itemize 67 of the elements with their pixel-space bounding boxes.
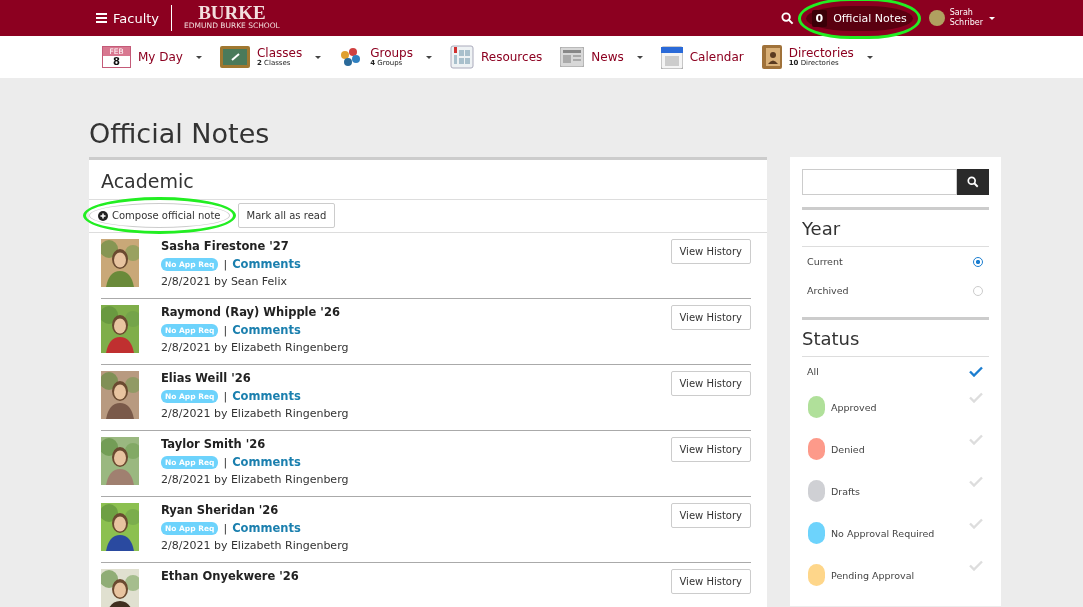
separator-text: | <box>223 455 228 469</box>
student-name: Elias Weill '26 <box>161 371 252 385</box>
comments-link[interactable]: Comments <box>232 389 301 403</box>
comments-link[interactable]: Comments <box>232 455 301 469</box>
nav-link[interactable]: Calendar <box>689 51 744 63</box>
newspaper-icon[interactable] <box>560 47 585 67</box>
caret-icon[interactable] <box>636 55 643 59</box>
caret-icon[interactable] <box>866 55 873 59</box>
resources-icon[interactable] <box>450 45 474 69</box>
search-field[interactable] <box>802 169 957 195</box>
view-history-button[interactable]: View History <box>670 569 751 594</box>
menu-icon[interactable] <box>96 13 107 23</box>
separator-text: | <box>223 389 228 403</box>
address-book-icon[interactable] <box>761 45 782 69</box>
search-button[interactable] <box>957 169 989 195</box>
separator-text: | <box>223 521 228 535</box>
student-name: Sasha Firestone '27 <box>161 239 290 253</box>
status-option[interactable]: Pending Approval <box>831 569 969 581</box>
status-option[interactable]: Drafts <box>831 485 969 497</box>
year-option[interactable]: Archived <box>802 276 989 305</box>
search-icon[interactable] <box>780 11 794 25</box>
page-title: Official Notes <box>89 118 271 149</box>
separator-text: | <box>223 257 228 271</box>
user-name[interactable]: Sarah Schriber <box>949 8 983 28</box>
section-title: Year <box>802 210 989 247</box>
caret-icon[interactable] <box>426 55 432 59</box>
note-byline: 2/8/2021 by Sean Felix <box>161 275 288 288</box>
nav-link[interactable]: Resources <box>481 51 543 63</box>
caret-icon[interactable] <box>195 55 202 59</box>
view-history-button[interactable]: View History <box>670 437 751 462</box>
view-history-button[interactable]: View History <box>670 305 751 330</box>
chalkboard-icon[interactable] <box>219 46 250 68</box>
comments-link[interactable]: Comments <box>232 521 301 535</box>
student-name: Ethan Onyekwere '26 <box>161 569 300 583</box>
student-name: Ryan Sheridan '26 <box>161 503 280 517</box>
nav-link[interactable]: News <box>591 51 624 63</box>
search-icon <box>967 176 979 188</box>
year-option[interactable]: Current <box>802 247 989 276</box>
user-avatar[interactable] <box>928 10 945 26</box>
nav-link[interactable]: Directories <box>788 47 854 59</box>
status-option[interactable]: Approved <box>831 401 969 413</box>
view-history-button[interactable]: View History <box>670 239 751 264</box>
caret-icon[interactable] <box>315 55 322 59</box>
note-byline: 2/8/2021 by Elizabeth Ringenberg <box>161 473 350 486</box>
nav-link[interactable]: Classes <box>256 47 303 59</box>
note-byline: 2/8/2021 by Elizabeth Ringenberg <box>161 407 350 420</box>
comments-link[interactable]: Comments <box>232 257 301 271</box>
view-history-button[interactable]: View History <box>670 371 751 396</box>
student-name: Raymond (Ray) Whipple '26 <box>161 305 341 319</box>
status-option[interactable]: Denied <box>831 443 969 455</box>
radio-button[interactable] <box>973 256 983 267</box>
separator-text: | <box>223 323 228 337</box>
plus-icon <box>98 210 108 221</box>
mark-read-button[interactable]: Mark all as read <box>237 203 336 228</box>
note-byline: 2/8/2021 by Elizabeth Ringenberg <box>161 341 350 354</box>
view-history-button[interactable]: View History <box>670 503 751 528</box>
faculty-menu[interactable]: Faculty <box>113 10 160 26</box>
status-option[interactable]: All <box>802 357 989 386</box>
nav-link[interactable]: Groups <box>370 47 413 59</box>
comments-link[interactable]: Comments <box>232 323 301 337</box>
status-option[interactable]: No Approval Required <box>831 527 969 539</box>
calendar-icon[interactable] <box>660 45 683 69</box>
student-name: Taylor Smith '26 <box>161 437 267 451</box>
section-title: Status <box>802 320 989 357</box>
nav-link[interactable]: My Day <box>138 51 183 63</box>
checkmark-icon[interactable] <box>969 366 983 377</box>
note-byline: 2/8/2021 by Elizabeth Ringenberg <box>161 539 350 552</box>
